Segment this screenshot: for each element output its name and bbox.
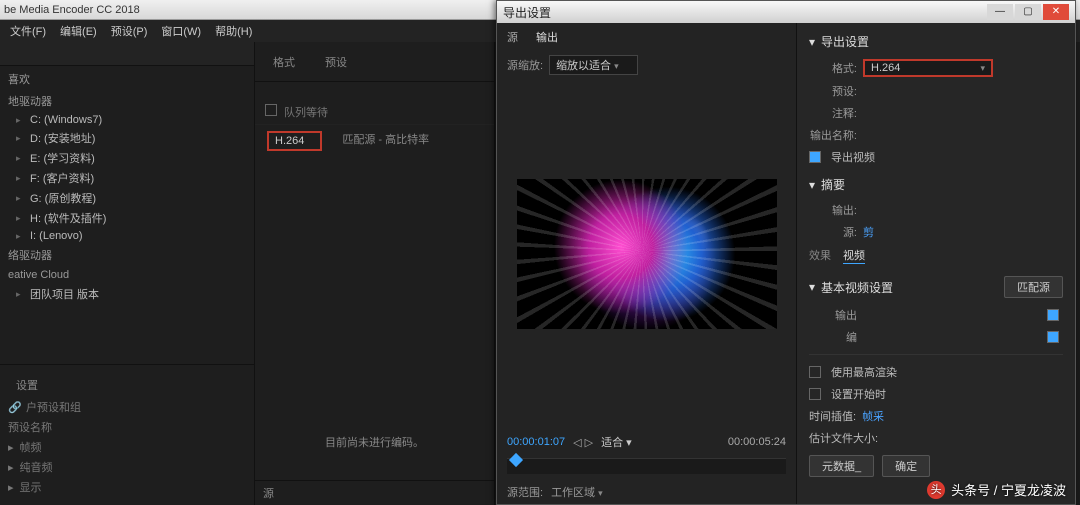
watermark: 头 头条号 / 宁夏龙凌波 [927,480,1066,499]
queue-col-preset: 预设 [325,54,347,70]
out-chk[interactable] [1047,309,1059,321]
src-value: 剪 [863,224,874,240]
tab-video[interactable]: 视频 [843,247,865,264]
range-label: 源范围: [507,484,543,500]
chevron-down-icon: ▾ [980,63,985,74]
play-controls[interactable]: ◁ ▷ [573,436,593,449]
minimize-button[interactable]: — [987,4,1013,20]
menu-help[interactable]: 帮助(H) [215,23,252,39]
menu-file[interactable]: 文件(F) [10,23,46,39]
drive-d[interactable]: ▸D: (安装地址) [0,128,254,148]
video-preview [517,179,777,329]
chevron-down-icon: ▾ [598,488,603,498]
src-label: 源: [809,224,857,240]
format-label: 格式: [809,60,857,76]
summary-label: 摘要 [821,176,845,193]
export-dialog: 导出设置 — ▢ ✕ 源 输出 源缩放: 缩放以适合 ▾ 00:00:01:07… [496,0,1076,505]
encode-status: 目前尚未进行编码。 [255,157,494,480]
drive-h[interactable]: ▸H: (软件及插件) [0,208,254,228]
preset-link[interactable]: 🔗户预设和组 [8,397,246,417]
watermark-logo-icon: 头 [927,481,945,499]
source-scale-select[interactable]: 缩放以适合 ▾ [549,55,638,75]
link-icon: 🔗 [8,401,20,413]
set-open-checkbox[interactable] [809,388,821,400]
fit-select[interactable]: 适合 ▾ [601,434,632,450]
filesize-label: 估计文件大小: [809,430,878,446]
set-open-label: 设置开始时 [831,386,886,402]
menu-window[interactable]: 窗口(W) [161,23,201,39]
team-project[interactable]: ▸团队项目 版本 [0,284,254,304]
use-max-label: 使用最高渲染 [831,364,897,380]
close-button[interactable]: ✕ [1043,4,1069,20]
queue-header: 队列等待 [255,100,494,125]
watermark-text: 头条号 / 宁夏龙凌波 [951,480,1066,499]
cc-section: eative Cloud [0,266,254,284]
dialog-title: 导出设置 [503,4,551,21]
timecode-out: 00:00:05:24 [728,436,786,448]
drive-g[interactable]: ▸G: (原创教程) [0,188,254,208]
net-section: 络驱动器 [0,244,254,266]
queue-checkbox[interactable] [265,104,277,116]
use-max-checkbox[interactable] [809,366,821,378]
basic-video-header: 基本视频设置 [821,279,893,296]
chevron-down-icon: ▾ [614,61,619,71]
preset-label: 预设: [809,83,857,99]
drive-c[interactable]: ▸C: (Windows7) [0,112,254,128]
enc-chk[interactable] [1047,331,1059,343]
maximize-button[interactable]: ▢ [1015,4,1041,20]
fav-section: 喜欢 [0,68,254,90]
collapse-icon[interactable]: ▾ [809,35,815,49]
format-select[interactable]: H.264 ▾ [863,59,993,77]
preset-row-display[interactable]: ▸显示 [8,477,246,497]
preset-row-framerate[interactable]: ▸帧频 [8,437,246,457]
media-browser-header [0,42,254,66]
dialog-titlebar[interactable]: 导出设置 — ▢ ✕ [497,1,1075,23]
queue-format-cell[interactable]: H.264 [267,131,322,151]
metadata-button[interactable]: 元数据_ [809,455,874,477]
note-label: 注释: [809,105,857,121]
timecode-in[interactable]: 00:00:01:07 [507,436,565,448]
menu-edit[interactable]: 编辑(E) [60,23,97,39]
settings-header: 导出设置 [821,33,869,50]
drive-tree: 喜欢 地驱动器 ▸C: (Windows7) ▸D: (安装地址) ▸E: (学… [0,66,254,364]
collapse-icon[interactable]: ▾ [809,280,815,294]
outname-label: 输出名称: [809,127,857,143]
preset-panel: 设置 🔗户预设和组 预设名称 ▸帧频 ▸纯音频 ▸显示 [0,364,254,505]
queue-col-format: 格式 [273,54,295,70]
tab-source[interactable]: 源 [507,29,518,45]
menu-preset[interactable]: 预设(P) [111,23,148,39]
source-section: 源 [255,480,494,505]
collapse-icon[interactable]: ▾ [809,178,815,192]
drive-i[interactable]: ▸I: (Lenovo) [0,228,254,244]
source-scale-label: 源缩放: [507,57,543,73]
tab-effects[interactable]: 效果 [809,247,831,264]
preset-panel-header: 设置 [8,373,246,397]
queue-preset-cell[interactable]: 匹配源 - 高比特率 [342,131,429,151]
preset-row-audio[interactable]: ▸纯音频 [8,457,246,477]
timeline[interactable] [507,458,786,474]
interp-label: 时间插值: [809,408,856,424]
preset-name-col: 预设名称 [8,417,246,437]
drive-f[interactable]: ▸F: (客户资料) [0,168,254,188]
tab-output[interactable]: 输出 [536,29,558,45]
output-label: 输出: [809,202,857,218]
match-source-button[interactable]: 匹配源 [1004,276,1063,298]
local-section: 地驱动器 [0,90,254,112]
export-video-checkbox[interactable] [809,151,821,163]
enc-row: 编 [809,329,857,345]
range-select[interactable]: 工作区域 ▾ [551,484,603,500]
drive-e[interactable]: ▸E: (学习资料) [0,148,254,168]
queue-toolbar: 格式 预设 [255,42,494,82]
out-row: 输出 [809,307,857,323]
export-video-label: 导出视频 [831,149,875,165]
ok-button[interactable]: 确定 [882,455,930,477]
interp-value[interactable]: 帧采 [862,408,884,424]
